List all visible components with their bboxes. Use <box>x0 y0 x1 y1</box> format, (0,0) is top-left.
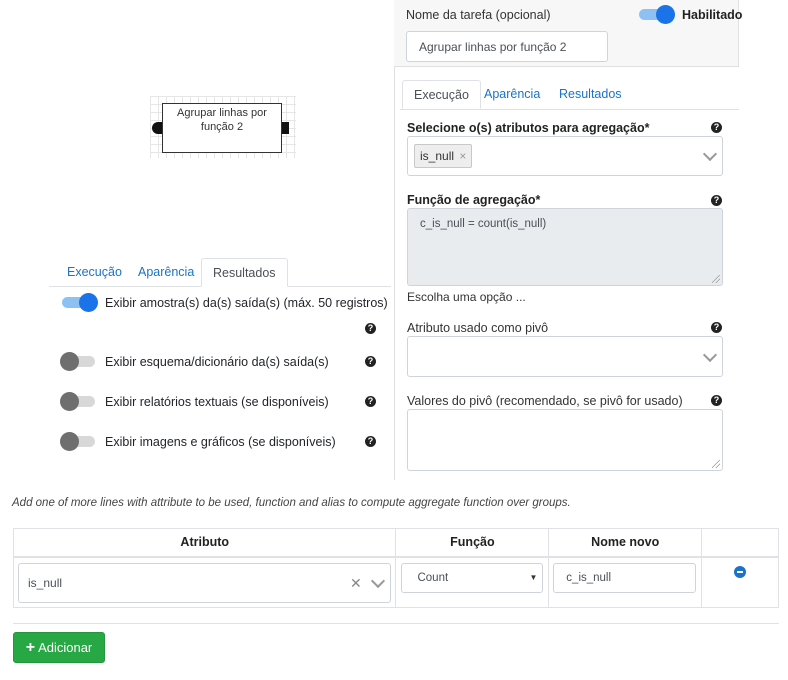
toggle-knob <box>656 5 675 24</box>
chevron-down-icon[interactable] <box>702 146 718 162</box>
column-header-actions <box>701 528 779 557</box>
option-text-reports-label: Exibir relatórios textuais (se disponíve… <box>105 395 329 409</box>
task-name-input[interactable]: Agrupar linhas por função 2 <box>406 31 608 62</box>
toggle-enabled[interactable] <box>639 5 675 24</box>
column-header-attribute: Atributo <box>12 528 397 557</box>
chip-remove-icon[interactable]: × <box>459 149 466 163</box>
task-node-title: Agrupar linhas por função 2 <box>177 107 267 133</box>
aggregation-table: Atributo Função Nome novo is_null ✕ Coun… <box>12 528 779 608</box>
attribute-select-value: is_null <box>28 575 63 590</box>
attribute-select[interactable]: is_null ✕ <box>18 562 391 603</box>
column-header-new-name: Nome novo <box>548 528 703 557</box>
resize-handle-icon[interactable] <box>712 275 720 283</box>
plus-icon: + <box>25 639 36 656</box>
help-icon[interactable]: ? <box>711 195 722 206</box>
caret-down-icon: ▼ <box>529 572 538 582</box>
table-row: is_null ✕ Count ▼ c_is_null <box>12 555 779 608</box>
tab-aparencia[interactable]: Aparência <box>127 258 205 287</box>
tab-resultados[interactable]: Resultados <box>201 258 288 287</box>
chevron-down-icon[interactable] <box>702 347 718 363</box>
attributes-multiselect[interactable]: is_null × <box>407 136 723 176</box>
attributes-label: Selecione o(s) atributos para agregação* <box>407 121 650 135</box>
input-port[interactable] <box>152 122 162 134</box>
add-row-button[interactable]: + Adicionar <box>13 632 105 663</box>
tab-aparencia-right[interactable]: Aparência <box>473 80 551 109</box>
toggle-schema[interactable] <box>60 352 95 371</box>
help-icon[interactable]: ? <box>711 122 722 133</box>
divider <box>13 623 779 624</box>
tab-resultados-right[interactable]: Resultados <box>548 80 633 109</box>
pivot-select[interactable] <box>407 336 723 377</box>
aggregation-function-label: Função de agregação* <box>407 193 541 207</box>
choose-option-link[interactable]: Escolha uma opção ... <box>407 290 526 304</box>
add-row-label: Adicionar <box>38 640 93 655</box>
attribute-chip-label: is_null <box>420 149 455 163</box>
pivot-values-textarea[interactable] <box>407 409 723 471</box>
pivot-label: Atributo usado como pivô <box>407 321 549 335</box>
toggle-text-reports[interactable] <box>60 392 95 411</box>
pivot-values-label: Valores do pivô (recomendado, se pivô fo… <box>407 394 683 408</box>
right-tab-bar: Execução Aparência Resultados <box>400 80 739 110</box>
aggregation-function-textarea[interactable]: c_is_null = count(is_null) <box>407 208 723 286</box>
new-name-input[interactable]: c_is_null <box>553 562 697 593</box>
toggle-knob <box>79 293 98 312</box>
function-select-value: Count <box>417 571 449 584</box>
column-header-function: Função <box>395 528 550 557</box>
function-select[interactable]: Count ▼ <box>401 562 544 593</box>
option-images-label: Exibir imagens e gráficos (se disponívei… <box>105 435 336 449</box>
chevron-down-icon[interactable] <box>370 573 386 588</box>
remove-row-icon[interactable] <box>734 565 747 578</box>
help-icon[interactable]: ? <box>365 396 376 407</box>
help-icon[interactable]: ? <box>365 356 376 367</box>
new-name-value: c_is_null <box>566 571 612 584</box>
left-tab-bar: Execução Aparência Resultados <box>49 258 391 287</box>
cell-attribute: is_null ✕ <box>12 555 397 608</box>
tab-execucao[interactable]: Execução <box>56 258 133 287</box>
help-icon[interactable]: ? <box>365 436 376 447</box>
enabled-label: Habilitado <box>682 8 743 22</box>
output-port[interactable] <box>282 122 289 134</box>
toggle-images[interactable] <box>60 432 95 451</box>
help-icon[interactable]: ? <box>711 395 722 406</box>
cell-actions <box>701 555 779 608</box>
resize-handle-icon[interactable] <box>712 460 720 468</box>
task-name-value: Agrupar linhas por função 2 <box>419 40 567 54</box>
task-node[interactable]: Agrupar linhas por função 2 <box>162 103 282 153</box>
help-icon[interactable]: ? <box>711 322 722 333</box>
task-name-label: Nome da tarefa (opcional) <box>406 8 551 22</box>
help-icon[interactable]: ? <box>365 323 376 334</box>
attribute-chip[interactable]: is_null × <box>414 144 473 168</box>
clear-icon[interactable]: ✕ <box>350 575 362 592</box>
aggregation-function-value: c_is_null = count(is_null) <box>420 218 547 230</box>
toggle-sample-output[interactable] <box>62 293 98 312</box>
toggle-knob <box>60 392 79 411</box>
toggle-knob <box>60 432 79 451</box>
option-schema-label: Exibir esquema/dicionário da(s) saída(s) <box>105 355 329 369</box>
tab-execucao-right[interactable]: Execução <box>402 80 481 109</box>
toggle-knob <box>60 352 79 371</box>
option-sample-output-label: Exibir amostra(s) da(s) saída(s) (máx. 5… <box>105 296 388 310</box>
aggregation-hint: Add one of more lines with attribute to … <box>12 497 571 509</box>
cell-function: Count ▼ <box>395 555 550 608</box>
cell-new-name: c_is_null <box>548 555 703 608</box>
